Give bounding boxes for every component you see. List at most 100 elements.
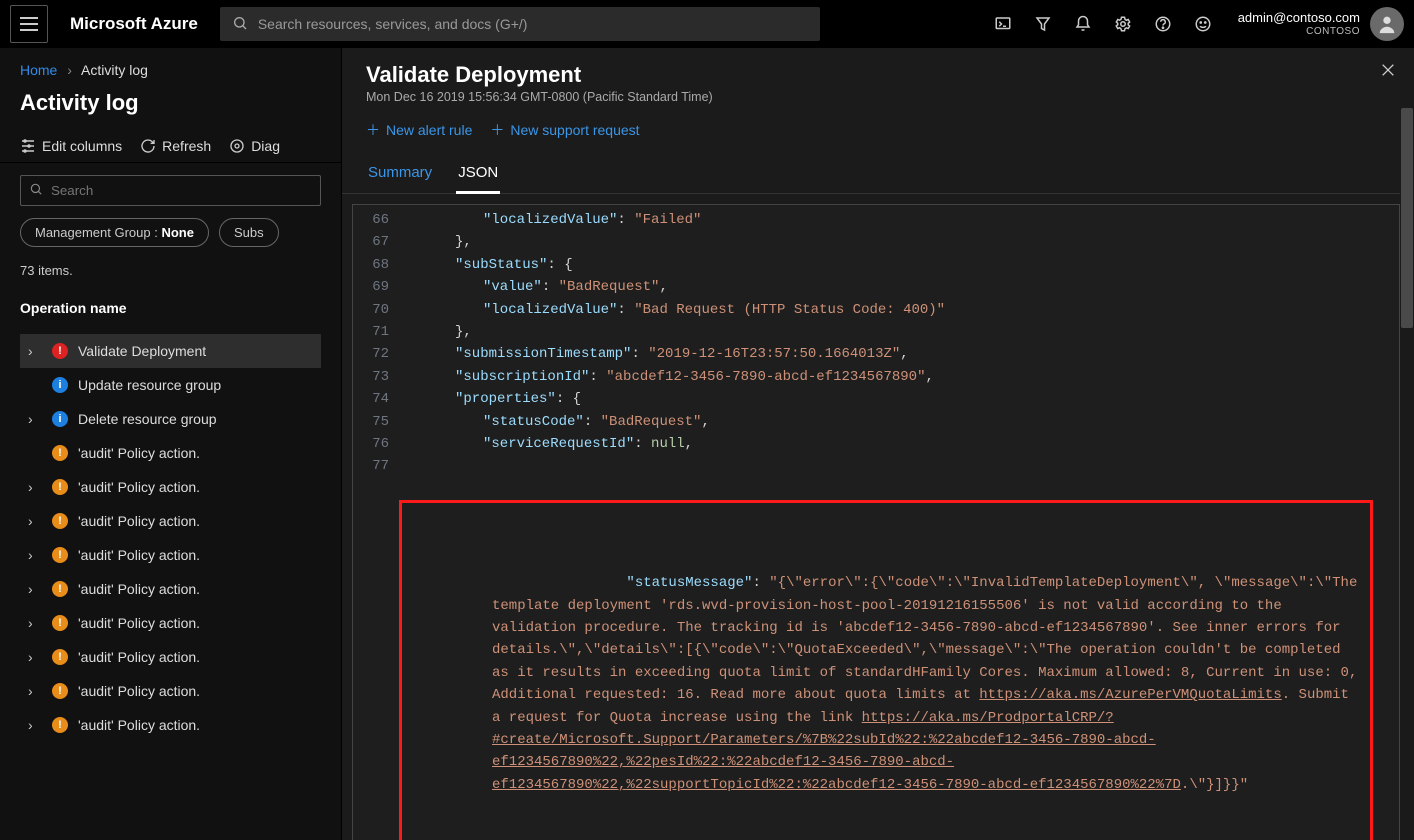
json-key: "localizedValue" [483,212,617,228]
chevron-right-icon[interactable]: › [28,649,42,665]
operation-label: 'audit' Policy action. [78,717,200,733]
left-panel: Home › Activity log Activity log Edit co… [0,48,342,840]
operation-row[interactable]: ›!'audit' Policy action. [20,470,321,504]
status-message-link[interactable]: https://aka.ms/AzurePerVMQuotaLimits [979,687,1281,703]
operation-row[interactable]: ›! 'audit' Policy action. [20,640,321,674]
plus-icon: ＋ [490,120,504,140]
warning-icon: ! [52,649,68,665]
chevron-right-icon[interactable]: › [28,615,42,631]
warning-icon: ! [52,581,68,597]
settings-icon[interactable] [1114,15,1132,33]
json-key: "statusCode" [483,414,584,430]
gutter: 74 [353,388,399,410]
filter-mg-value: None [161,225,194,240]
edit-columns-button[interactable]: Edit columns [20,138,122,154]
operation-row[interactable]: iUpdate resource group [20,368,321,402]
notifications-icon[interactable] [1074,15,1092,33]
warning-icon: ! [52,445,68,461]
json-key: "submissionTimestamp" [455,346,631,362]
chevron-right-icon[interactable]: › [28,717,42,733]
plus-icon: ＋ [366,120,380,140]
new-alert-rule-button[interactable]: ＋ New alert rule [366,120,472,140]
hamburger-menu[interactable] [10,5,48,43]
scrollbar-track[interactable] [1400,194,1414,840]
filter-management-group[interactable]: Management Group : None [20,218,209,247]
activity-search[interactable] [20,175,321,206]
json-value: "abcdef12-3456-7890-abcd-ef1234567890" [606,369,925,385]
detail-panel: Validate Deployment Mon Dec 16 2019 15:5… [342,48,1414,840]
operation-name-header: Operation name [20,290,321,322]
operation-row[interactable]: ›!'audit' Policy action. [20,708,321,742]
top-icon-bar [994,15,1212,33]
toolbar: Edit columns Refresh Diag [0,130,341,163]
tab-summary[interactable]: Summary [366,156,434,193]
json-viewer[interactable]: 66"localizedValue": "Failed" 67}, 68"sub… [342,194,1414,840]
operation-label: 'audit' Policy action. [78,649,200,665]
operation-label: 'audit' Policy action. [78,683,200,699]
tab-json[interactable]: JSON [456,156,500,194]
new-support-request-button[interactable]: ＋ New support request [490,120,639,140]
operation-row[interactable]: ›! 'audit' Policy action. [20,674,321,708]
operation-row[interactable]: !'audit' Policy action. [20,436,321,470]
json-key: "value" [483,279,542,295]
info-icon: i [52,411,68,427]
warning-icon: ! [52,547,68,563]
diagnose-button[interactable]: Diag [229,138,280,154]
gutter: 67 [353,231,399,253]
chevron-right-icon[interactable]: › [28,343,42,359]
operation-label: Validate Deployment [78,343,206,359]
new-alert-label: New alert rule [386,122,472,138]
help-icon[interactable] [1154,15,1172,33]
status-message-text: "{\"error\":{\"code\":\"InvalidTemplateD… [492,575,1366,703]
chevron-right-icon: › [67,62,72,78]
highlighted-error-box: "statusMessage": "{\"error\":{\"code\":\… [399,500,1373,840]
chevron-right-icon[interactable]: › [28,547,42,563]
json-key: "properties" [455,391,556,407]
json-key: "subscriptionId" [455,369,589,385]
operation-row[interactable]: ›!'audit' Policy action. [20,504,321,538]
warning-icon: ! [52,479,68,495]
search-icon [29,182,43,199]
status-message-text: .\"}]}}" [1181,777,1248,793]
scrollbar-thumb[interactable] [1401,194,1413,328]
gutter: 72 [353,343,399,365]
json-value: "BadRequest" [559,279,660,295]
json-key: "statusMessage" [626,575,752,591]
panel-tabs: Summary JSON [342,152,1414,194]
json-value: "Bad Request (HTTP Status Code: 400)" [634,302,945,318]
chevron-right-icon[interactable]: › [28,479,42,495]
refresh-button[interactable]: Refresh [140,138,211,154]
close-icon[interactable] [1380,62,1396,81]
gutter: 71 [353,321,399,343]
operation-row[interactable]: ›!'audit' Policy action. [20,606,321,640]
global-search[interactable] [220,7,820,41]
chevron-right-icon[interactable]: › [28,683,42,699]
chevron-right-icon[interactable]: › [28,411,42,427]
json-value: "BadRequest" [601,414,702,430]
json-key: "localizedValue" [483,302,617,318]
filter-subscription[interactable]: Subs [219,218,279,247]
topbar: Microsoft Azure admin@contoso.com CONTOS… [0,0,1414,48]
gutter: 73 [353,366,399,388]
warning-icon: ! [52,683,68,699]
warning-icon: ! [52,513,68,529]
operation-row[interactable]: ›iDelete resource group [20,402,321,436]
operation-row[interactable]: ›!'audit' Policy action. [20,572,321,606]
item-count: 73 items. [20,259,321,278]
feedback-icon[interactable] [1194,15,1212,33]
edit-columns-label: Edit columns [42,138,122,154]
cloud-shell-icon[interactable] [994,15,1012,33]
chevron-right-icon[interactable]: › [28,581,42,597]
chevron-right-icon[interactable]: › [28,513,42,529]
user-block[interactable]: admin@contoso.com CONTOSO [1238,7,1404,41]
gutter: 68 [353,254,399,276]
avatar[interactable] [1370,7,1404,41]
operation-label: Update resource group [78,377,221,393]
filter-icon[interactable] [1034,15,1052,33]
breadcrumb-home[interactable]: Home [20,62,57,78]
operation-row[interactable]: ›!'audit' Policy action. [20,538,321,572]
refresh-label: Refresh [162,138,211,154]
global-search-input[interactable] [258,16,808,32]
activity-search-input[interactable] [51,183,312,198]
operation-row[interactable]: ›!Validate Deployment [20,334,321,368]
